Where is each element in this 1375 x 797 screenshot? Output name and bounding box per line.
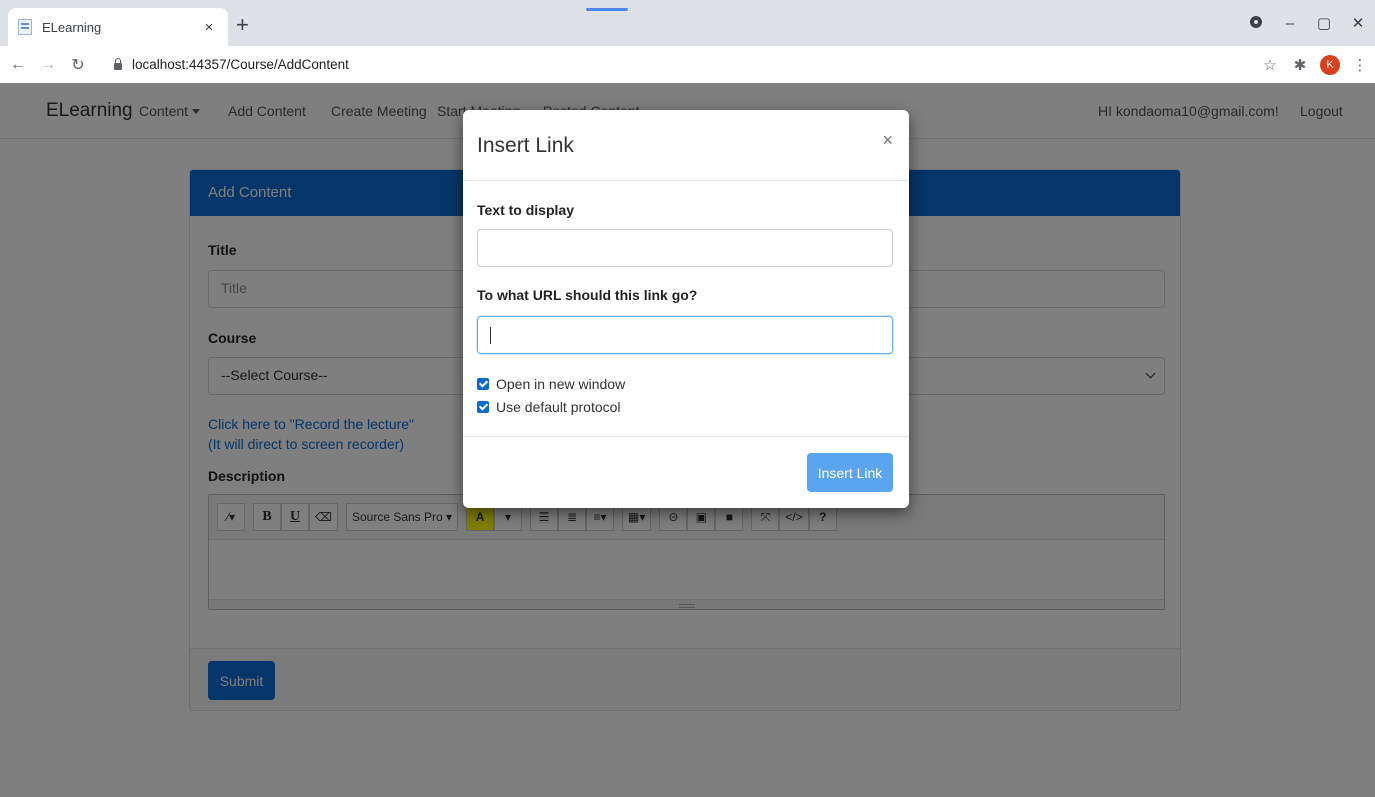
lock-icon — [114, 57, 122, 70]
insert-link-button[interactable]: Insert Link — [807, 453, 893, 492]
maximize-icon[interactable]: ▢ — [1307, 14, 1341, 32]
insert-link-modal: Insert Link × Text to display To what UR… — [463, 110, 909, 508]
bookmark-star-icon[interactable]: ☆ — [1255, 56, 1285, 74]
browser-tab[interactable]: ELearning × — [8, 8, 228, 46]
modal-footer-divider — [463, 436, 909, 437]
profile-avatar[interactable]: K — [1320, 54, 1340, 75]
minimize-icon[interactable]: – — [1273, 15, 1307, 32]
tab-close-icon[interactable]: × — [200, 19, 218, 36]
modal-title: Insert Link — [477, 134, 574, 157]
text-to-display-label: Text to display — [477, 202, 574, 218]
checkbox-checked-icon — [477, 378, 489, 390]
favicon-icon — [18, 19, 32, 35]
url-text: localhost:44357/Course/AddContent — [132, 56, 349, 72]
browser-menu-icon[interactable]: ⋮ — [1345, 56, 1375, 74]
browser-chrome: ELearning × + – ▢ ✕ ← → ↻ localhost:4435… — [0, 0, 1375, 83]
tab-activity-indicator — [586, 8, 628, 11]
use-default-protocol-label: Use default protocol — [496, 399, 621, 415]
close-window-icon[interactable]: ✕ — [1341, 14, 1375, 32]
reload-icon[interactable]: ↻ — [66, 55, 90, 75]
close-icon[interactable]: × — [882, 130, 893, 151]
text-to-display-input[interactable] — [477, 229, 893, 267]
extensions-puzzle-icon[interactable]: ✱ — [1285, 56, 1315, 74]
new-tab-button[interactable]: + — [236, 14, 249, 36]
tab-title: ELearning — [42, 19, 102, 35]
page: ELearning Content Add Content Create Mee… — [0, 83, 1375, 797]
window-controls: – ▢ ✕ — [1239, 0, 1375, 46]
checkbox-checked-icon — [477, 401, 489, 413]
address-bar[interactable]: localhost:44357/Course/AddContent — [104, 50, 1244, 78]
use-default-protocol-checkbox[interactable]: Use default protocol — [477, 399, 621, 415]
browser-toolbar: ← → ↻ localhost:44357/Course/AddContent … — [0, 46, 1375, 83]
forward-arrow-icon[interactable]: → — [36, 56, 60, 74]
open-new-window-label: Open in new window — [496, 376, 626, 392]
open-new-window-checkbox[interactable]: Open in new window — [477, 376, 625, 392]
url-input[interactable] — [477, 316, 893, 354]
text-cursor — [490, 327, 491, 344]
tab-strip: ELearning × + – ▢ ✕ — [0, 0, 1375, 46]
url-label: To what URL should this link go? — [477, 287, 698, 303]
back-arrow-icon[interactable]: ← — [6, 56, 30, 74]
screen-record-icon[interactable] — [1239, 15, 1273, 32]
toolbar-actions: ☆ ✱ K ⋮ — [1255, 46, 1375, 83]
modal-header-divider — [463, 180, 909, 181]
